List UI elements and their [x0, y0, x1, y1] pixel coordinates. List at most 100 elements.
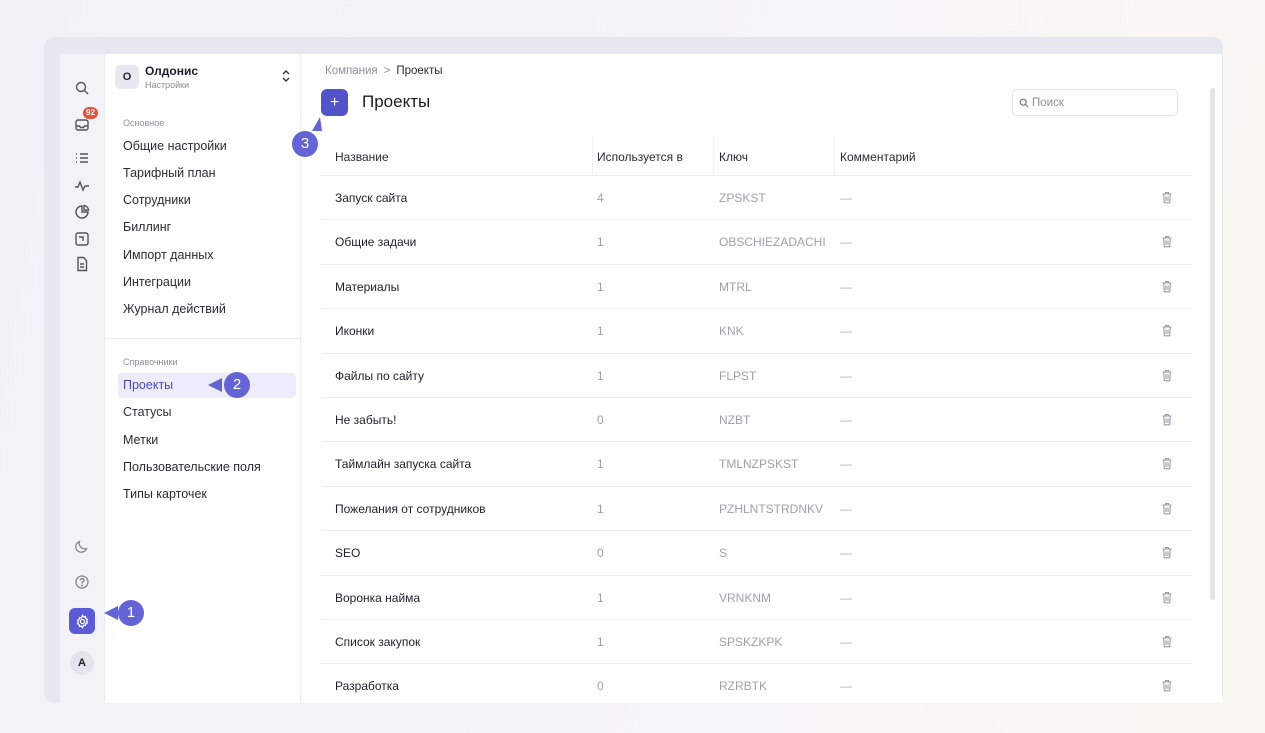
column-divider [713, 136, 714, 176]
activity-icon[interactable] [71, 175, 93, 197]
board-icon[interactable] [71, 228, 93, 250]
org-switcher[interactable]: О Олдонис Настройки [115, 62, 295, 96]
project-usage-count: 1 [597, 324, 604, 339]
sidebar-item-projects[interactable]: Проекты [118, 373, 296, 398]
project-name[interactable]: Иконки [335, 324, 374, 338]
breadcrumb: Компания > Проекты [325, 65, 443, 77]
project-name[interactable]: Материалы [335, 280, 399, 294]
sidebar-item-statuses[interactable]: Статусы [118, 400, 296, 425]
project-usage-count: 1 [597, 634, 604, 649]
delete-icon[interactable] [1161, 235, 1173, 248]
project-name[interactable]: Общие задачи [335, 235, 416, 249]
project-comment: — [840, 324, 852, 339]
sidebar-item-tariff[interactable]: Тарифный план [118, 161, 296, 186]
sidebar-item-billing[interactable]: Биллинг [118, 215, 296, 240]
project-comment: — [840, 412, 852, 427]
project-key: MTRL [719, 279, 752, 294]
table-row[interactable]: SEO 0 S — [321, 531, 1192, 576]
project-name[interactable]: Пожелания от сотрудников [335, 502, 486, 516]
table-row[interactable]: Пожелания от сотрудников 1 PZHLNTSTRDNKV — [321, 487, 1192, 532]
moon-icon[interactable] [71, 535, 93, 557]
callout-2: 2 [208, 372, 254, 398]
project-key: RZRBTK [719, 679, 767, 694]
project-name[interactable]: Воронка найма [335, 591, 420, 605]
column-header-comment[interactable]: Комментарий [840, 150, 916, 164]
project-usage-count: 1 [597, 501, 604, 516]
project-key: NZBT [719, 412, 751, 427]
delete-icon[interactable] [1161, 635, 1173, 648]
project-key: PZHLNTSTRDNKV [719, 501, 824, 516]
section-title-main: Основное [123, 118, 165, 128]
delete-icon[interactable] [1161, 591, 1173, 604]
project-comment: — [840, 457, 852, 472]
project-key: TMLNZPSKST [719, 457, 799, 472]
sidebar-item-custom-fields[interactable]: Пользовательские поля [118, 455, 296, 480]
table-row[interactable]: Воронка найма 1 VRNKNM — [321, 576, 1192, 620]
breadcrumb-current: Проекты [396, 65, 443, 77]
delete-icon[interactable] [1161, 502, 1173, 515]
inbox-icon[interactable]: 92 [71, 107, 98, 135]
breadcrumb-parent[interactable]: Компания [325, 65, 378, 77]
column-header-key[interactable]: Ключ [719, 150, 748, 164]
project-comment: — [840, 191, 852, 205]
project-name[interactable]: Файлы по сайту [335, 369, 424, 383]
sidebar-item-import[interactable]: Импорт данных [118, 243, 296, 268]
search-icon[interactable] [71, 77, 93, 99]
sidebar-item-integrations[interactable]: Интеграции [118, 270, 296, 295]
table-row[interactable]: Запуск сайта 4 ZPSKST — [321, 176, 1192, 221]
page-title: Проекты [362, 92, 431, 111]
sidebar-item-employees[interactable]: Сотрудники [118, 188, 296, 213]
project-name[interactable]: Таймлайн запуска сайта [335, 457, 471, 471]
delete-icon[interactable] [1161, 280, 1173, 293]
table-row[interactable]: Не забыть! 0 NZBT — [321, 398, 1192, 443]
table-row[interactable]: Список закупок 1 SPSKZKPK — [321, 620, 1192, 665]
project-comment: — [840, 235, 852, 250]
project-name[interactable]: Запуск сайта [335, 191, 407, 205]
table-body: Запуск сайта 4 ZPSKST — Общие задачи 1 OBSCHIE… [321, 176, 1192, 703]
sidebar-divider [105, 338, 301, 339]
sidebar-item-tags[interactable]: Метки [118, 428, 296, 453]
breadcrumb-separator: > [383, 65, 391, 77]
column-header-used[interactable]: Используется в [597, 150, 683, 164]
project-comment: — [840, 634, 852, 649]
search-box[interactable] [1012, 89, 1178, 116]
user-avatar[interactable]: A [70, 651, 94, 675]
table-row[interactable]: Разработка 0 RZRBTK — [321, 664, 1192, 703]
delete-icon[interactable] [1161, 679, 1173, 692]
project-usage-count: 0 [597, 679, 604, 694]
table-row[interactable]: Иконки 1 KNK — [321, 309, 1192, 354]
sidebar-item-card-types[interactable]: Типы карточек [118, 482, 296, 507]
table-row[interactable]: Материалы 1 MTRL — [321, 265, 1192, 310]
sidebar-item-general[interactable]: Общие настройки [118, 134, 296, 159]
delete-icon[interactable] [1161, 546, 1173, 559]
sidebar-item-audit-log[interactable]: Журнал действий [118, 297, 296, 322]
callout-3: 3 [292, 117, 324, 157]
table-row[interactable]: Файлы по сайту 1 FLPST — [321, 354, 1192, 398]
delete-icon[interactable] [1161, 324, 1173, 337]
delete-icon[interactable] [1161, 369, 1173, 382]
column-header-name[interactable]: Название [335, 150, 389, 164]
project-name[interactable]: Список закупок [335, 635, 420, 649]
document-icon[interactable] [71, 253, 93, 275]
project-usage-count: 1 [597, 279, 604, 294]
search-input[interactable] [1032, 95, 1172, 111]
project-name[interactable]: Разработка [335, 679, 399, 693]
table-row[interactable]: Таймлайн запуска сайта 1 TMLNZPSKST — [321, 442, 1192, 487]
list-icon[interactable] [71, 147, 93, 169]
help-icon[interactable] [71, 571, 93, 593]
org-name: Олдонис [145, 64, 199, 78]
project-key: FLPST [719, 368, 757, 383]
table-row[interactable]: Общие задачи 1 OBSCHIEZADACHI — [321, 220, 1192, 265]
delete-icon[interactable] [1161, 457, 1173, 470]
project-usage-count: 1 [597, 368, 604, 383]
delete-icon[interactable] [1161, 413, 1173, 426]
add-project-button[interactable]: + [321, 89, 348, 116]
project-name[interactable]: SEO [335, 546, 360, 560]
callout-pointer [312, 117, 322, 131]
settings-button[interactable] [69, 608, 95, 634]
chart-icon[interactable] [71, 201, 93, 223]
delete-icon[interactable] [1161, 191, 1173, 204]
column-divider [834, 136, 835, 176]
scrollbar[interactable] [1210, 88, 1215, 600]
project-name[interactable]: Не забыть! [335, 413, 396, 427]
